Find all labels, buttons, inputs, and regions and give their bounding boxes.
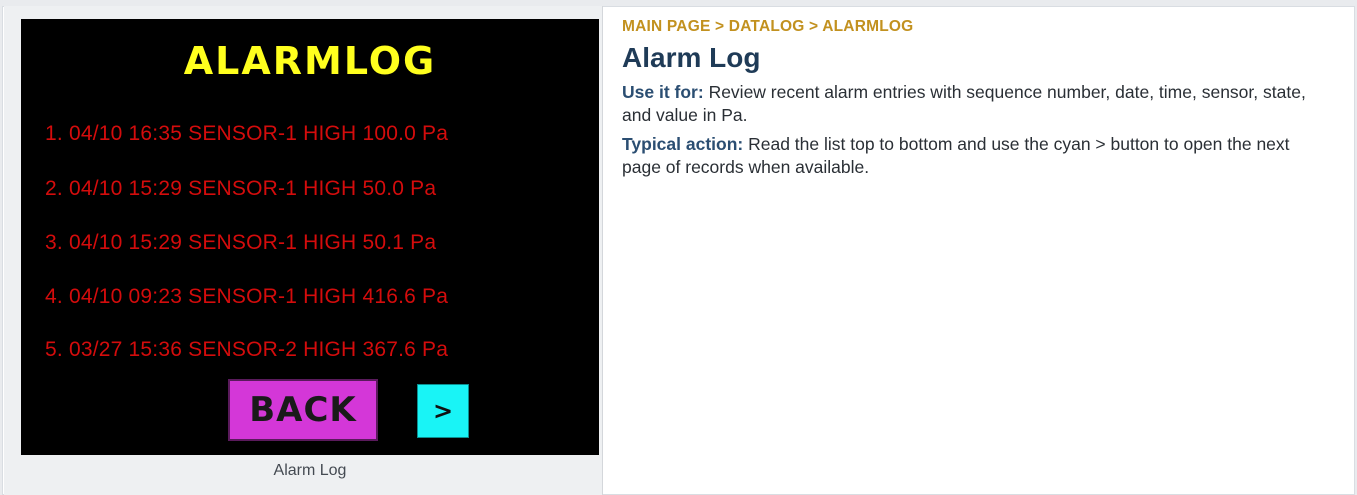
page-title: Alarm Log (622, 42, 761, 73)
breadcrumb-item-main-page[interactable]: MAIN PAGE (622, 18, 711, 35)
alarm-row-2: 2. 04/10 15:29 SENSOR-1 HIGH 50.0 Pa (45, 177, 437, 200)
breadcrumb-item-datalog[interactable]: DATALOG (729, 18, 805, 35)
back-button[interactable]: BACK (228, 379, 378, 441)
image-caption: Alarm Log (273, 462, 347, 479)
hmi-screen: ALARMLOG 1. 04/10 16:35 SENSOR-1 HIGH 10… (21, 19, 599, 455)
typical-action-paragraph: Typical action: Read the list top to bot… (622, 133, 1322, 179)
typical-action-label: Typical action: (622, 134, 744, 154)
breadcrumb-item-alarmlog: ALARMLOG (822, 18, 914, 35)
breadcrumb: MAIN PAGE > DATALOG > ALARMLOG (622, 18, 1342, 36)
alarm-row-4: 4. 04/10 09:23 SENSOR-1 HIGH 416.6 Pa (45, 285, 449, 308)
next-page-button[interactable]: > (417, 384, 469, 438)
use-it-for-paragraph: Use it for: Review recent alarm entries … (622, 81, 1322, 127)
hmi-title: ALARMLOG (183, 39, 437, 83)
alarm-row-3: 3. 04/10 15:29 SENSOR-1 HIGH 50.1 Pa (45, 231, 437, 254)
use-it-for-label: Use it for: (622, 82, 704, 102)
alarm-row-1: 1. 04/10 16:35 SENSOR-1 HIGH 100.0 Pa (45, 122, 449, 145)
content-panel: MAIN PAGE > DATALOG > ALARMLOG Alarm Log… (622, 18, 1342, 179)
use-it-for-text: Review recent alarm entries with sequenc… (622, 82, 1306, 125)
breadcrumb-separator: > (809, 18, 819, 35)
breadcrumb-separator: > (715, 18, 725, 35)
alarm-row-5: 5. 03/27 15:36 SENSOR-2 HIGH 367.6 Pa (45, 338, 449, 361)
